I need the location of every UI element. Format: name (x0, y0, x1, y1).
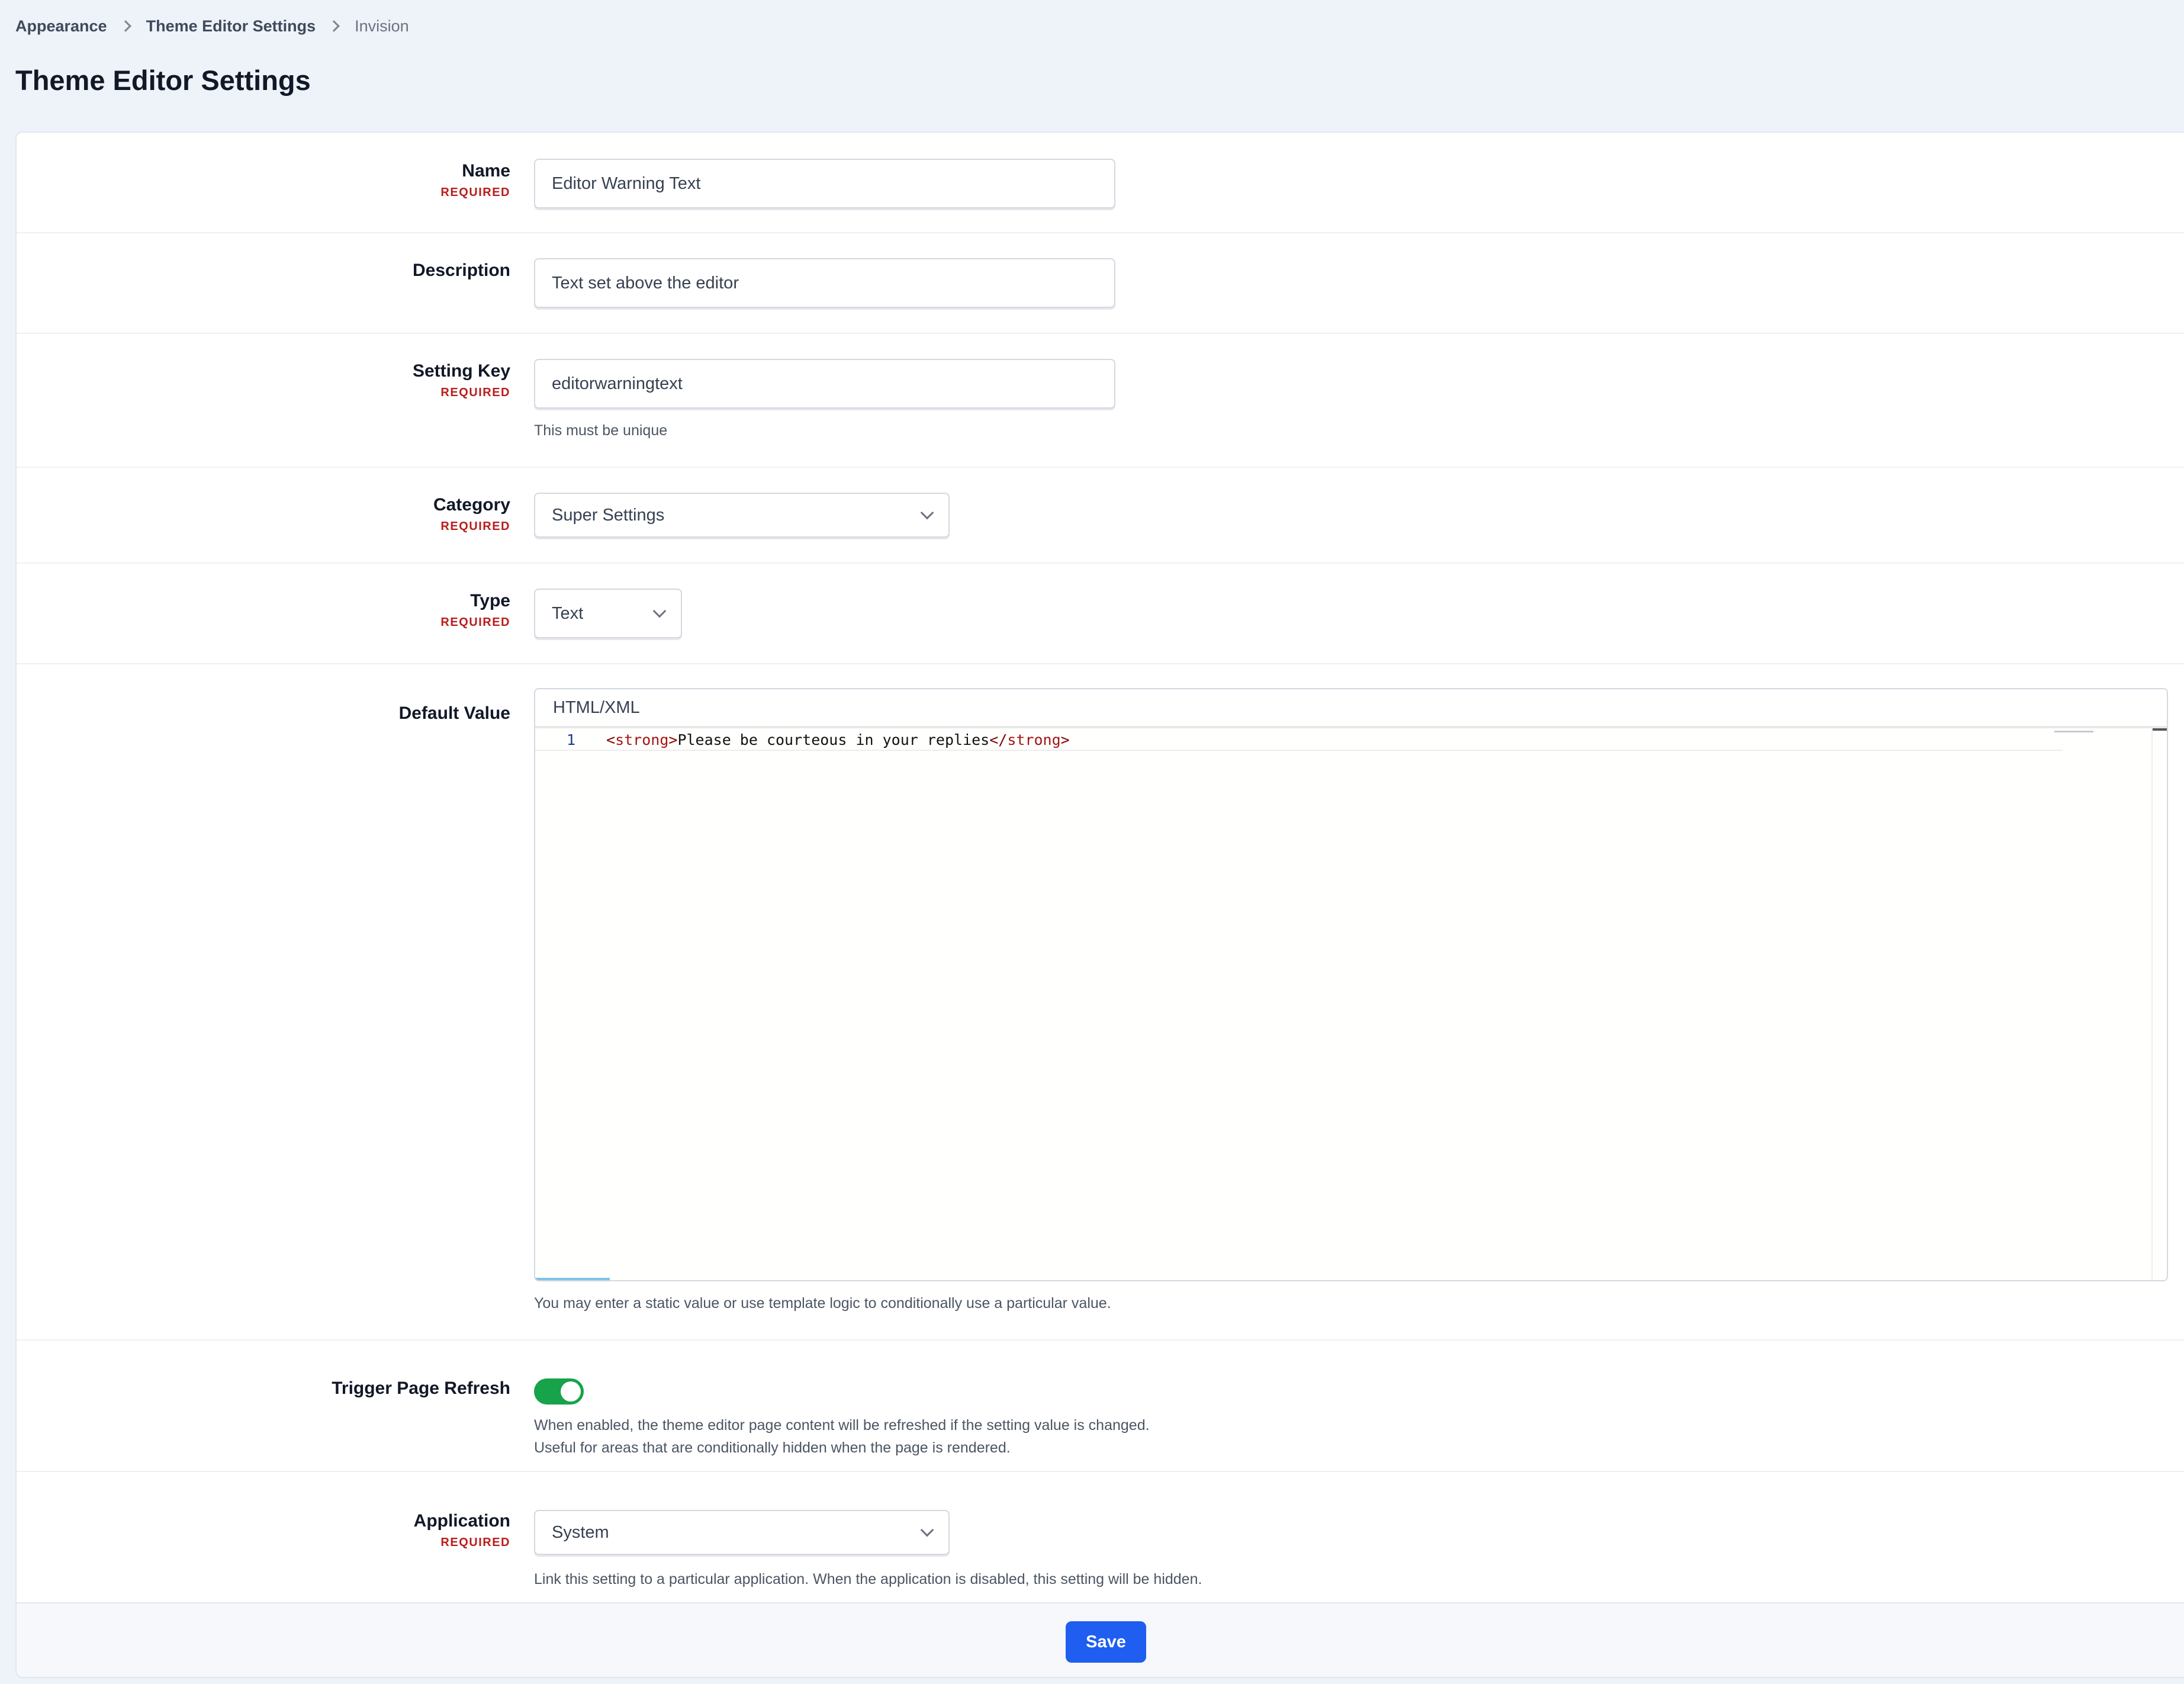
code-content: <strong>Please be courteous in your repl… (606, 731, 1070, 748)
type-select[interactable]: Text (534, 589, 682, 638)
editor-horizontal-scrollbar[interactable] (535, 1278, 610, 1280)
breadcrumb: Appearance Theme Editor Settings Invisio… (15, 17, 409, 36)
page-title: Theme Editor Settings (15, 65, 311, 96)
editor-body[interactable]: 1 <strong>Please be courteous in your re… (535, 728, 2167, 1280)
type-label: Type REQUIRED (440, 591, 510, 629)
chevron-right-icon (328, 20, 340, 32)
chevron-right-icon (119, 20, 131, 32)
breadcrumb-current: Invision (355, 17, 409, 35)
name-input[interactable]: Editor Warning Text (534, 159, 1115, 208)
setting-key-input[interactable]: editorwarningtext (534, 359, 1115, 409)
required-badge: REQUIRED (440, 520, 510, 533)
application-select[interactable]: System (534, 1510, 950, 1555)
setting-key-label: Setting Key REQUIRED (412, 361, 510, 399)
application-help: Link this setting to a particular applic… (534, 1571, 1202, 1587)
breadcrumb-theme-editor-settings[interactable]: Theme Editor Settings (146, 17, 316, 36)
chevron-down-icon (652, 604, 667, 618)
row-description: Description Text set above the editor (17, 233, 2184, 334)
row-trigger-refresh: Trigger Page Refresh When enabled, the t… (17, 1341, 2184, 1472)
name-label: Name REQUIRED (440, 161, 510, 199)
description-label: Description (412, 261, 510, 280)
save-button[interactable]: Save (1066, 1621, 1146, 1663)
trigger-refresh-label: Trigger Page Refresh (332, 1378, 510, 1398)
default-value-help: You may enter a static value or use temp… (534, 1295, 1111, 1312)
minimap-line (2054, 731, 2093, 732)
row-application: Application REQUIRED System Link this se… (17, 1472, 2184, 1602)
line-number: 1 (566, 731, 575, 748)
settings-form: Name REQUIRED Editor Warning Text Descri… (15, 131, 2184, 1678)
form-footer: Save (17, 1602, 2184, 1677)
trigger-refresh-toggle[interactable] (534, 1378, 584, 1405)
row-category: Category REQUIRED Super Settings (17, 468, 2184, 564)
category-select[interactable]: Super Settings (534, 493, 950, 538)
row-setting-key: Setting Key REQUIRED editorwarningtext T… (17, 334, 2184, 468)
row-name: Name REQUIRED Editor Warning Text (17, 133, 2184, 233)
description-input[interactable]: Text set above the editor (534, 258, 1115, 308)
editor-minimap[interactable] (2054, 728, 2143, 1280)
trigger-refresh-help: When enabled, the theme editor page cont… (534, 1417, 1150, 1456)
editor-mode-label: HTML/XML (535, 689, 2167, 728)
scrollbar-thumb[interactable] (2153, 728, 2167, 731)
application-label: Application REQUIRED (413, 1511, 510, 1549)
setting-key-help: This must be unique (534, 422, 668, 439)
required-badge: REQUIRED (440, 386, 510, 399)
toggle-knob (561, 1381, 581, 1402)
required-badge: REQUIRED (440, 1536, 510, 1549)
chevron-down-icon (920, 506, 934, 520)
breadcrumb-appearance[interactable]: Appearance (15, 17, 107, 36)
required-badge: REQUIRED (440, 616, 510, 629)
chevron-down-icon (920, 1523, 934, 1537)
category-label: Category REQUIRED (433, 495, 510, 533)
code-line[interactable]: 1 <strong>Please be courteous in your re… (535, 729, 2063, 751)
row-type: Type REQUIRED Text (17, 564, 2184, 664)
required-badge: REQUIRED (440, 186, 510, 199)
default-value-label: Default Value (398, 703, 510, 723)
code-editor[interactable]: HTML/XML 1 <strong>Please be courteous i… (534, 688, 2168, 1281)
editor-scrollbar[interactable] (2151, 728, 2167, 1280)
